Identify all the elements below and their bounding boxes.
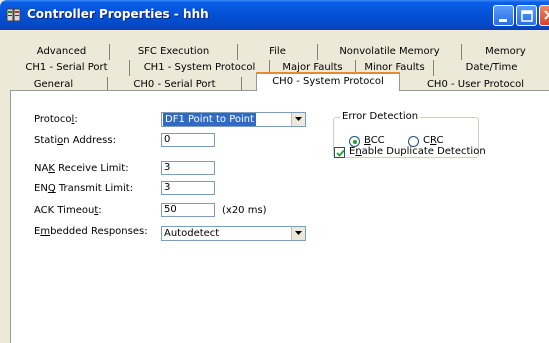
dropdown-arrow-button[interactable]	[291, 113, 305, 126]
crc-label[interactable]: CRC	[423, 135, 443, 146]
controller-app-icon	[6, 8, 21, 22]
dropdown-arrow-button[interactable]	[291, 227, 305, 240]
tab-ch1-serial-port[interactable]: CH1 - Serial Port	[4, 60, 130, 76]
embedded-responses-label: Embedded Responses:	[34, 226, 148, 237]
close-button[interactable]	[539, 5, 549, 26]
tab-advanced[interactable]: Advanced	[14, 44, 110, 60]
error-detection-title: Error Detection	[340, 111, 421, 122]
nak-receive-limit-label: NAK Receive Limit:	[34, 163, 129, 174]
checkmark-icon	[336, 149, 345, 157]
duplicate-detection-checkbox[interactable]	[334, 147, 345, 158]
maximize-icon	[521, 10, 533, 22]
tab-nonvolatile-memory[interactable]: Nonvolatile Memory	[318, 44, 462, 60]
protocol-value: DF1 Point to Point	[163, 113, 257, 126]
chevron-down-icon	[295, 231, 302, 235]
duplicate-detection-label[interactable]: Enable Duplicate Detection	[349, 146, 486, 157]
tab-memory[interactable]: Memory	[462, 44, 549, 60]
enq-transmit-limit-input[interactable]: 3	[161, 181, 215, 195]
maximize-button[interactable]	[516, 5, 537, 26]
ack-timeout-unit: (x20 ms)	[222, 205, 267, 216]
radio-selected-dot	[353, 140, 357, 144]
protocol-label: Protocol:	[34, 114, 78, 125]
chevron-down-icon	[295, 117, 302, 121]
tab-sfc-execution[interactable]: SFC Execution	[110, 44, 238, 60]
window-title: Controller Properties - hhh	[27, 7, 209, 21]
ack-timeout-label: ACK Timeout:	[34, 205, 102, 216]
minimize-button[interactable]	[493, 5, 514, 26]
tab-ch0-system-protocol[interactable]: CH0 - System Protocol	[256, 72, 400, 91]
tab-ch1-system-protocol[interactable]: CH1 - System Protocol	[130, 60, 270, 76]
embedded-responses-select[interactable]: Autodetect	[161, 226, 306, 241]
station-address-input[interactable]: 0	[161, 133, 215, 147]
title-bar[interactable]: Controller Properties - hhh	[0, 0, 549, 30]
enq-transmit-limit-label: ENQ Transmit Limit:	[34, 183, 134, 194]
embedded-responses-value: Autodetect	[164, 228, 220, 239]
tab-date-time[interactable]: Date/Time	[434, 60, 549, 76]
close-icon	[544, 10, 549, 20]
minimize-icon	[499, 19, 507, 22]
bcc-label[interactable]: BCC	[364, 135, 385, 146]
protocol-select[interactable]: DF1 Point to Point	[161, 112, 306, 127]
controller-properties-window: Controller Properties - hhh Advanced SFC…	[0, 0, 549, 343]
station-address-label: Station Address:	[34, 135, 116, 146]
tab-file[interactable]: File	[238, 44, 318, 60]
ack-timeout-input[interactable]: 50	[161, 203, 215, 217]
nak-receive-limit-input[interactable]: 3	[161, 161, 215, 175]
